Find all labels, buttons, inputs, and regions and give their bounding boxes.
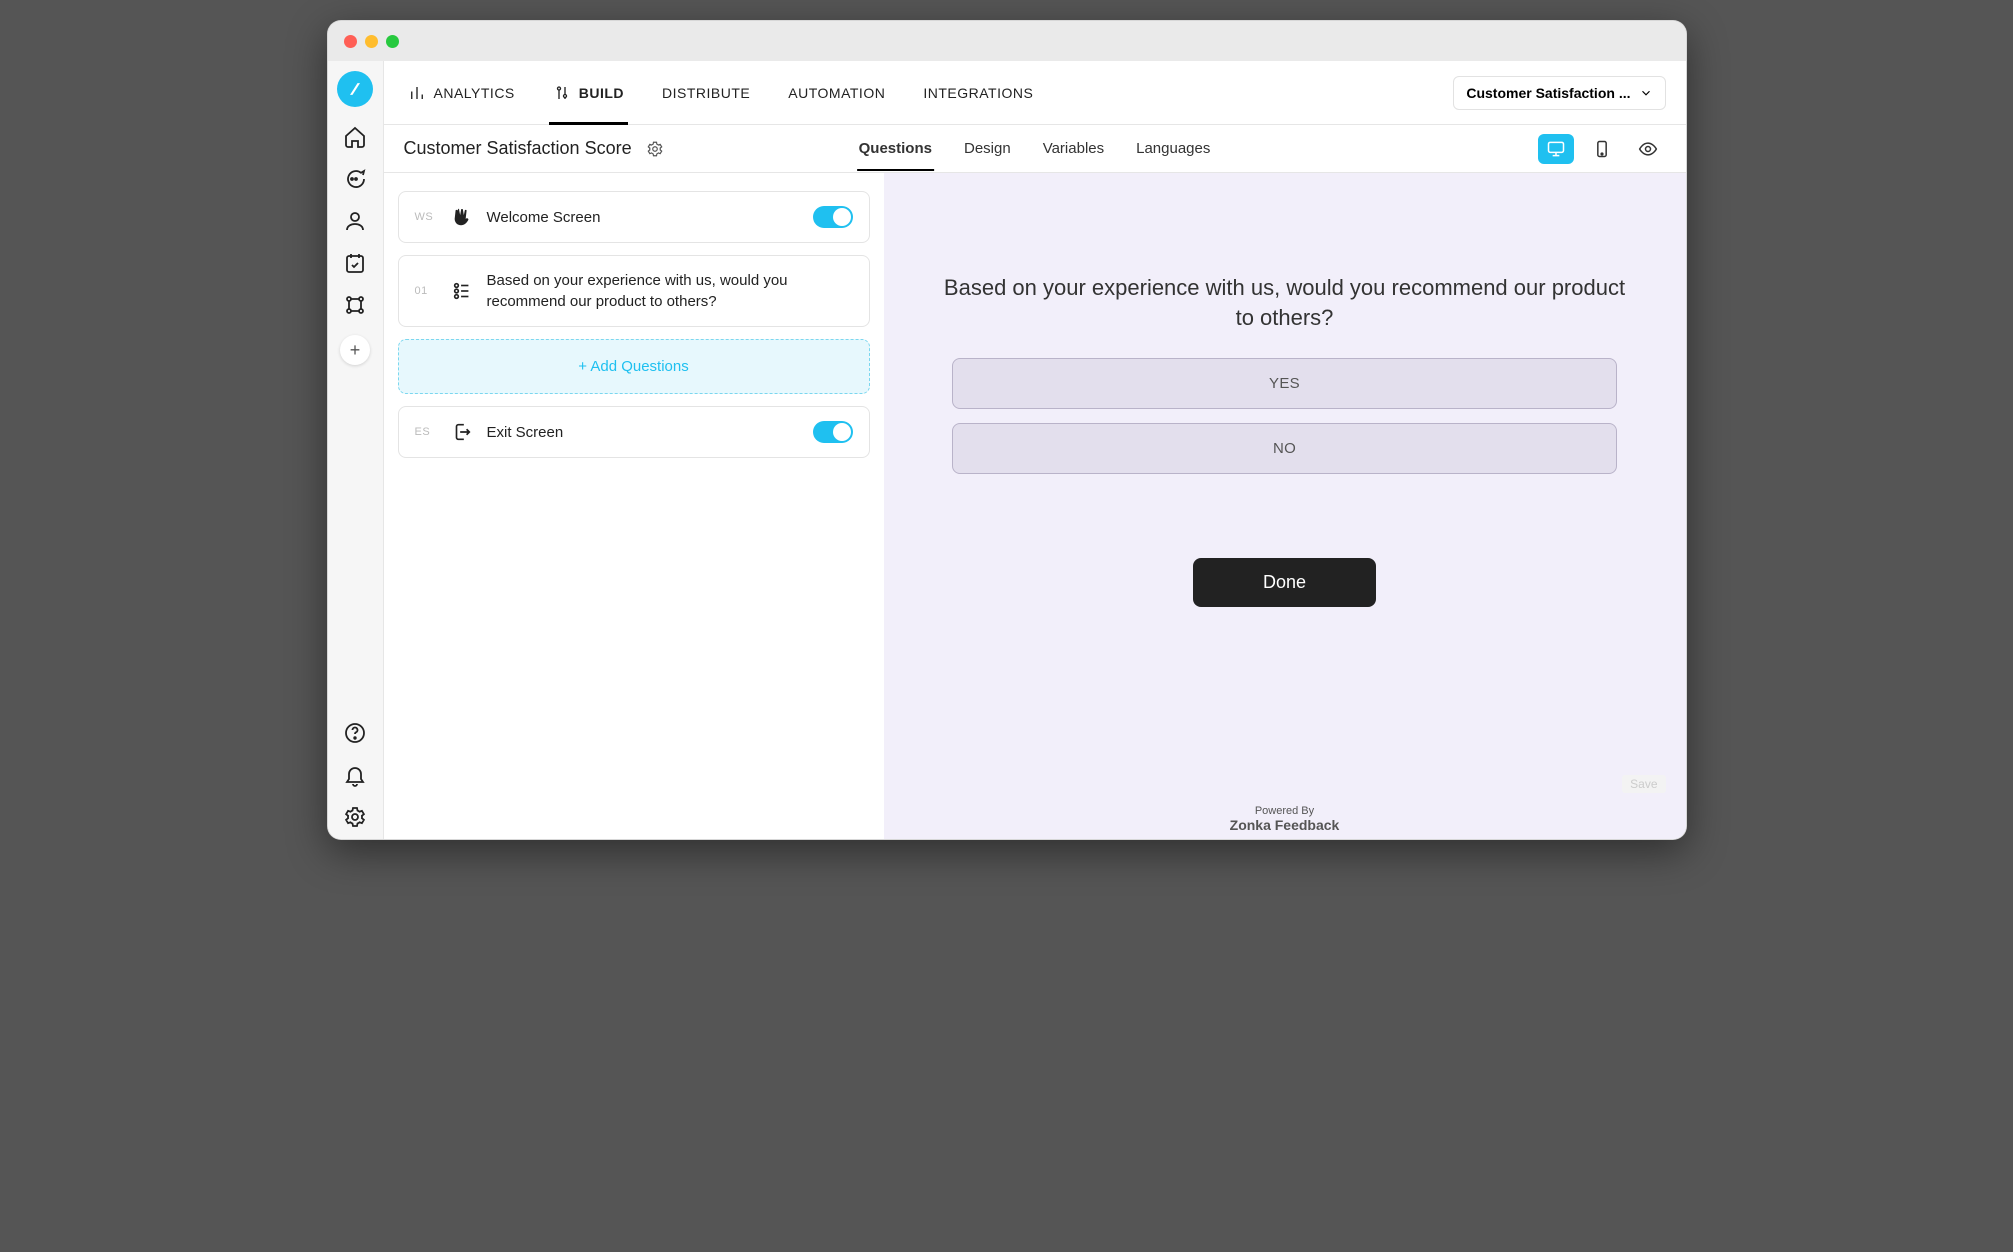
question-card-1[interactable]: 01 Based on your experience with us, wou… (398, 255, 870, 327)
app-frame: + ANALYTICS BUILD DISTRIBUTE (328, 61, 1686, 839)
tab-questions[interactable]: Questions (857, 127, 934, 170)
wave-icon (451, 206, 473, 228)
tab-design[interactable]: Design (962, 127, 1013, 170)
exit-toggle[interactable] (813, 421, 853, 443)
help-icon[interactable] (343, 721, 367, 745)
analytics-icon (408, 84, 426, 102)
notifications-icon[interactable] (343, 763, 367, 787)
settings-icon[interactable] (343, 805, 367, 829)
build-icon (553, 84, 571, 102)
preview-pane: Based on your experience with us, would … (884, 173, 1686, 839)
preview-option-no[interactable]: NO (952, 423, 1616, 474)
chevron-down-icon (1639, 86, 1653, 100)
card-badge: WS (415, 211, 437, 223)
tab-languages[interactable]: Languages (1134, 127, 1212, 170)
save-button[interactable]: Save (1622, 775, 1665, 793)
nav-label: INTEGRATIONS (923, 85, 1033, 101)
welcome-screen-card[interactable]: WS Welcome Screen (398, 191, 870, 243)
nav-analytics[interactable]: ANALYTICS (404, 62, 519, 124)
welcome-toggle[interactable] (813, 206, 853, 228)
nav-label: ANALYTICS (434, 85, 515, 101)
titlebar (328, 21, 1686, 61)
traffic-lights (344, 35, 399, 48)
device-desktop-button[interactable] (1538, 134, 1574, 164)
survey-title: Customer Satisfaction Score (404, 138, 632, 159)
mobile-icon (1592, 139, 1612, 159)
device-mobile-button[interactable] (1584, 134, 1620, 164)
question-list-panel: WS Welcome Screen 01 Based on your exper… (384, 173, 884, 839)
add-question-label: + Add Questions (578, 358, 689, 375)
desktop-icon (1546, 139, 1566, 159)
builder-tabs: Questions Design Variables Languages (857, 127, 1213, 170)
survey-selector-dropdown[interactable]: Customer Satisfaction ... (1453, 76, 1665, 110)
minimize-window-button[interactable] (365, 35, 378, 48)
home-icon[interactable] (343, 125, 367, 149)
powered-by: Powered By Zonka Feedback (1230, 805, 1340, 833)
survey-selector-label: Customer Satisfaction ... (1466, 85, 1630, 101)
card-badge: ES (415, 426, 437, 438)
add-button[interactable]: + (340, 335, 370, 365)
sub-header: Customer Satisfaction Score Questions De… (384, 125, 1686, 173)
maximize-window-button[interactable] (386, 35, 399, 48)
contacts-icon[interactable] (343, 209, 367, 233)
close-window-button[interactable] (344, 35, 357, 48)
choice-icon (451, 280, 473, 302)
conversations-icon[interactable] (343, 167, 367, 191)
exit-icon (451, 421, 473, 443)
card-label: Welcome Screen (487, 207, 799, 228)
main-area: ANALYTICS BUILD DISTRIBUTE AUTOMATION IN… (384, 61, 1686, 839)
survey-settings-icon[interactable] (646, 140, 664, 158)
left-nav-rail: + (328, 61, 384, 839)
preview-done-button[interactable]: Done (1193, 558, 1376, 607)
app-window: + ANALYTICS BUILD DISTRIBUTE (327, 20, 1687, 840)
brand-logo[interactable] (337, 71, 373, 107)
preview-question-text: Based on your experience with us, would … (935, 273, 1635, 332)
preview-button[interactable] (1630, 134, 1666, 164)
nav-label: BUILD (579, 85, 624, 101)
workflows-icon[interactable] (343, 293, 367, 317)
nav-integrations[interactable]: INTEGRATIONS (919, 63, 1037, 123)
nav-build[interactable]: BUILD (549, 62, 628, 124)
top-nav: ANALYTICS BUILD DISTRIBUTE AUTOMATION IN… (384, 61, 1686, 125)
eye-icon (1638, 139, 1658, 159)
card-text: Based on your experience with us, would … (487, 270, 853, 312)
tab-variables[interactable]: Variables (1041, 127, 1106, 170)
exit-screen-card[interactable]: ES Exit Screen (398, 406, 870, 458)
card-badge: 01 (415, 285, 437, 297)
preview-option-yes[interactable]: YES (952, 358, 1616, 409)
card-label: Exit Screen (487, 422, 799, 443)
nav-distribute[interactable]: DISTRIBUTE (658, 63, 754, 123)
nav-label: DISTRIBUTE (662, 85, 750, 101)
nav-automation[interactable]: AUTOMATION (784, 63, 889, 123)
builder-body: WS Welcome Screen 01 Based on your exper… (384, 173, 1686, 839)
tasks-icon[interactable] (343, 251, 367, 275)
nav-label: AUTOMATION (788, 85, 885, 101)
add-question-button[interactable]: + Add Questions (398, 339, 870, 394)
